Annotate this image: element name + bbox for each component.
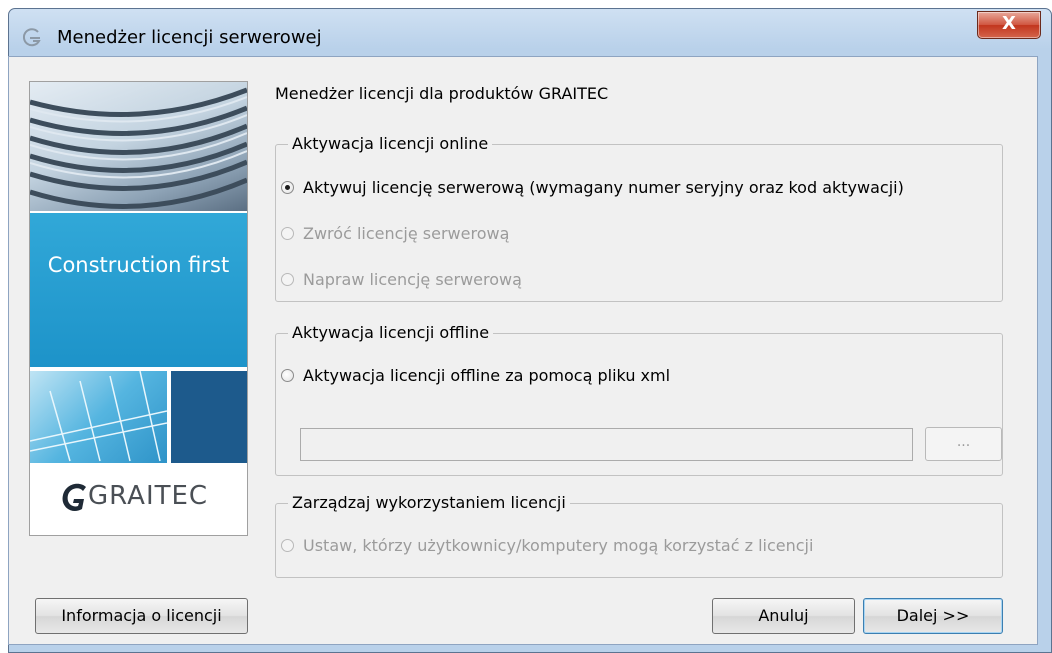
title-bar[interactable]: Menedżer licencji serwerowej X bbox=[9, 9, 1051, 63]
building-photo bbox=[30, 82, 247, 211]
radio-activate-server-license[interactable]: Aktywuj licencję serwerową (wymagany num… bbox=[281, 178, 904, 197]
offline-group-label: Aktywacja licencji offline bbox=[288, 323, 494, 342]
banner-tagline: Construction first bbox=[47, 253, 230, 277]
radio-button-icon[interactable] bbox=[281, 273, 294, 286]
page-heading: Menedżer licencji dla produktów GRAITEC bbox=[275, 84, 609, 103]
xml-file-path-input[interactable] bbox=[300, 428, 913, 461]
manage-group-label: Zarządzaj wykorzystaniem licencji bbox=[288, 493, 570, 512]
radio-label: Zwróć licencję serwerową bbox=[303, 224, 510, 243]
radio-label: Aktywacja licencji offline za pomocą pli… bbox=[303, 366, 671, 385]
bridge-photo bbox=[30, 371, 167, 463]
graitec-logo: GRAITEC bbox=[30, 465, 247, 535]
radio-label: Aktywuj licencję serwerową (wymagany num… bbox=[303, 178, 904, 197]
radio-set-license-users[interactable]: Ustaw, którzy użytkownicy/komputery mogą… bbox=[281, 536, 813, 555]
radio-button-icon[interactable] bbox=[281, 181, 294, 194]
banner-dark-tile bbox=[171, 371, 247, 463]
radio-return-server-license[interactable]: Zwróć licencję serwerową bbox=[281, 224, 509, 243]
radio-button-icon[interactable] bbox=[281, 227, 294, 240]
radio-label: Napraw licencję serwerową bbox=[303, 270, 522, 289]
window-title: Menedżer licencji serwerowej bbox=[57, 27, 322, 48]
close-button[interactable]: X bbox=[977, 11, 1041, 39]
radio-offline-xml-activation[interactable]: Aktywacja licencji offline za pomocą pli… bbox=[281, 366, 670, 385]
close-icon: X bbox=[1002, 13, 1016, 34]
license-info-button[interactable]: Informacja o licencji bbox=[35, 598, 248, 634]
next-button[interactable]: Dalej >> bbox=[863, 598, 1003, 634]
cancel-button[interactable]: Anuluj bbox=[712, 598, 855, 634]
radio-repair-server-license[interactable]: Napraw licencję serwerową bbox=[281, 270, 522, 289]
browse-file-button[interactable]: ... bbox=[925, 427, 1002, 461]
banner-tagline-panel: Construction first bbox=[30, 213, 247, 367]
graitec-banner: Construction first GRAITEC bbox=[29, 81, 248, 536]
app-icon bbox=[22, 28, 41, 47]
radio-button-icon[interactable] bbox=[281, 369, 294, 382]
radio-button-icon[interactable] bbox=[281, 539, 294, 552]
graitec-logo-text: GRAITEC bbox=[88, 481, 209, 511]
radio-label: Ustaw, którzy użytkownicy/komputery mogą… bbox=[303, 536, 814, 555]
graitec-g-icon bbox=[62, 483, 86, 512]
online-group-label: Aktywacja licencji online bbox=[288, 134, 493, 153]
